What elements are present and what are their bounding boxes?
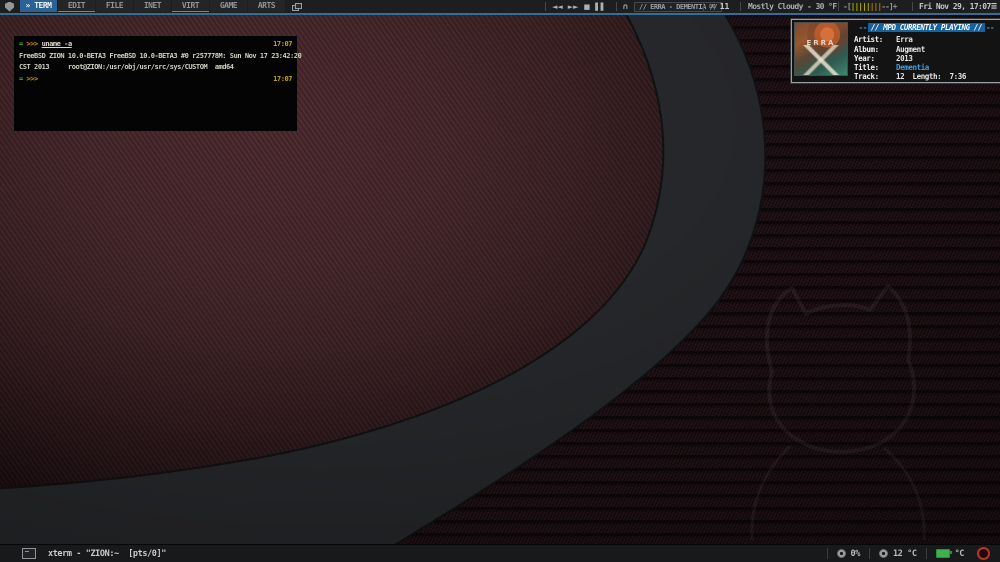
tab-virt-label: VIRT xyxy=(181,1,200,10)
terminal-output-line: FreeBSD ZION 10.0-BETA3 FreeBSD 10.0-BET… xyxy=(19,51,302,60)
tab-virt[interactable]: VIRT xyxy=(172,0,209,12)
mpd-year-value: 2013 xyxy=(896,53,913,63)
taskbar-window-button[interactable]: xterm - "ZION:~ [pts/0]" xyxy=(48,549,166,559)
tab-term[interactable]: » TERM xyxy=(20,0,57,12)
tab-file[interactable]: FILE xyxy=(96,0,133,12)
clock: Fri Nov 29, 17:07 xyxy=(919,2,991,11)
mpd-header-dash: -- xyxy=(986,23,995,32)
mpd-title-value: Dementia xyxy=(896,63,929,73)
volume-meter[interactable]: -[||||||||--]+ xyxy=(843,2,898,11)
separator xyxy=(545,2,546,11)
rewind-button[interactable]: ◄◄ xyxy=(552,3,563,11)
mpd-track-label: Track: xyxy=(854,72,879,82)
wm-logo-icon[interactable] xyxy=(5,1,14,12)
tab-inet[interactable]: INET xyxy=(134,0,171,12)
headphones-icon: ∩ xyxy=(622,2,629,11)
separator xyxy=(740,2,741,11)
top-panel: » TERM EDIT FILE INET VIRT GAME ARTS ◄◄ … xyxy=(0,0,1000,15)
mpd-header-dash: -- xyxy=(858,23,868,32)
system-tray: 0% 12 °C °C xyxy=(826,545,1000,562)
mpd-album-label: Album: xyxy=(854,44,879,54)
prompt-arrows: >>> xyxy=(26,40,39,48)
prompt-time: 17:07 xyxy=(273,40,292,48)
volume-prefix: -[ xyxy=(843,2,852,11)
mpd-album-row: Album: Augment xyxy=(854,45,999,54)
mpd-track-row: Track: 12 Length: 7:36 xyxy=(854,72,999,81)
desktop: » TERM EDIT FILE INET VIRT GAME ARTS ◄◄ … xyxy=(0,0,1000,562)
mpd-artist-value: Erra xyxy=(896,35,913,45)
volume-empty: -- xyxy=(881,2,890,11)
temperature-monitor: 12 °C xyxy=(868,548,926,559)
prompt-time: 17:07 xyxy=(273,74,292,83)
mpd-title-row: Title: Dementia xyxy=(854,63,999,72)
power-button-icon[interactable] xyxy=(977,547,990,560)
mpd-artist-label: Artist: xyxy=(854,35,883,45)
prompt-arrows: >>> xyxy=(26,74,39,83)
tab-inet-label: INET xyxy=(143,1,162,10)
terminal-icon xyxy=(22,548,36,559)
mail-icon: ✉ xyxy=(709,2,716,11)
stop-button[interactable]: ■ xyxy=(584,3,591,11)
mpd-year-row: Year: 2013 xyxy=(854,54,999,63)
tab-edit-label: EDIT xyxy=(67,1,86,10)
mpd-now-playing-widget: ERRA --// MPD CURRENTLY PLAYING //-- Art… xyxy=(791,19,1000,83)
terminal-output-line: CST 2013 root@ZION:/usr/obj/usr/src/sys/… xyxy=(19,63,234,71)
album-art: ERRA xyxy=(794,22,848,76)
forward-button[interactable]: ►► xyxy=(568,3,579,11)
separator xyxy=(616,2,617,11)
gear-icon xyxy=(836,549,846,558)
battery-temp-value: °C xyxy=(954,548,965,559)
volume-bars-low: ||| xyxy=(869,2,882,11)
mpd-artist-row: Artist: Erra xyxy=(854,35,999,44)
terminal-command: uname -a xyxy=(41,40,73,48)
mpd-year-label: Year: xyxy=(854,53,875,63)
separator xyxy=(838,2,839,11)
mpd-header: --// MPD CURRENTLY PLAYING //-- xyxy=(854,23,999,33)
cat-watermark-icon xyxy=(750,284,926,541)
tab-arts-label: ARTS xyxy=(257,1,276,10)
weather-status: Mostly Cloudy - 30 °F xyxy=(748,2,837,11)
terminal-prompt-line: = >>> 17:07 xyxy=(19,74,292,86)
battery-icon xyxy=(935,549,952,558)
tab-term-label: TERM xyxy=(34,1,52,10)
separator xyxy=(703,2,704,11)
desktop-pager-tabs: » TERM EDIT FILE INET VIRT GAME ARTS xyxy=(20,0,286,13)
gear-icon xyxy=(878,549,888,558)
volume-suffix: ]+ xyxy=(888,2,898,11)
mpd-album-value: Augment xyxy=(896,44,925,54)
mail-count: 11 xyxy=(719,2,730,11)
battery-monitor: °C xyxy=(925,548,973,559)
separator xyxy=(912,2,913,11)
now-playing-text: // ERRA - DEMENTIA // xyxy=(639,3,718,11)
terminal-prompt-line: = >>> uname -a 17:07 xyxy=(19,39,292,51)
xterm-window[interactable]: = >>> uname -a 17:07 FreeBSD ZION 10.0-B… xyxy=(14,36,302,131)
tab-game[interactable]: GAME xyxy=(210,0,247,12)
tab-file-label: FILE xyxy=(105,1,124,10)
volume-bars-high: ||||| xyxy=(850,2,871,11)
mpd-header-title: // MPD CURRENTLY PLAYING // xyxy=(867,23,986,33)
album-art-band-text: ERRA xyxy=(806,39,836,47)
mail-indicator[interactable]: ✉ 11 xyxy=(709,2,729,11)
prompt-symbol: = xyxy=(19,74,23,83)
mpd-title-label: Title: xyxy=(854,63,879,73)
tab-edit[interactable]: EDIT xyxy=(58,0,95,12)
temperature-value: 12 °C xyxy=(892,548,917,559)
tab-game-label: GAME xyxy=(219,1,238,10)
cpu-monitor: 0% xyxy=(826,548,869,559)
bottom-panel: xterm - "ZION:~ [pts/0]" 0% 12 °C °C xyxy=(0,544,1000,562)
pause-button[interactable]: ▌▌ xyxy=(595,3,606,11)
mpd-info: --// MPD CURRENTLY PLAYING //-- Artist: E… xyxy=(848,22,999,81)
prompt-symbol: = xyxy=(19,40,23,48)
media-controls: ◄◄ ►► ■ ▌▌ xyxy=(552,3,606,11)
tab-arts[interactable]: ARTS xyxy=(248,0,285,12)
tab-term-prefix: » xyxy=(25,1,35,10)
window-list-icon[interactable] xyxy=(292,2,302,11)
cpu-value: 0% xyxy=(850,548,861,559)
menu-icon[interactable]: ≡ xyxy=(991,0,997,13)
mpd-track-value: 12 Length: 7:36 xyxy=(896,72,966,82)
